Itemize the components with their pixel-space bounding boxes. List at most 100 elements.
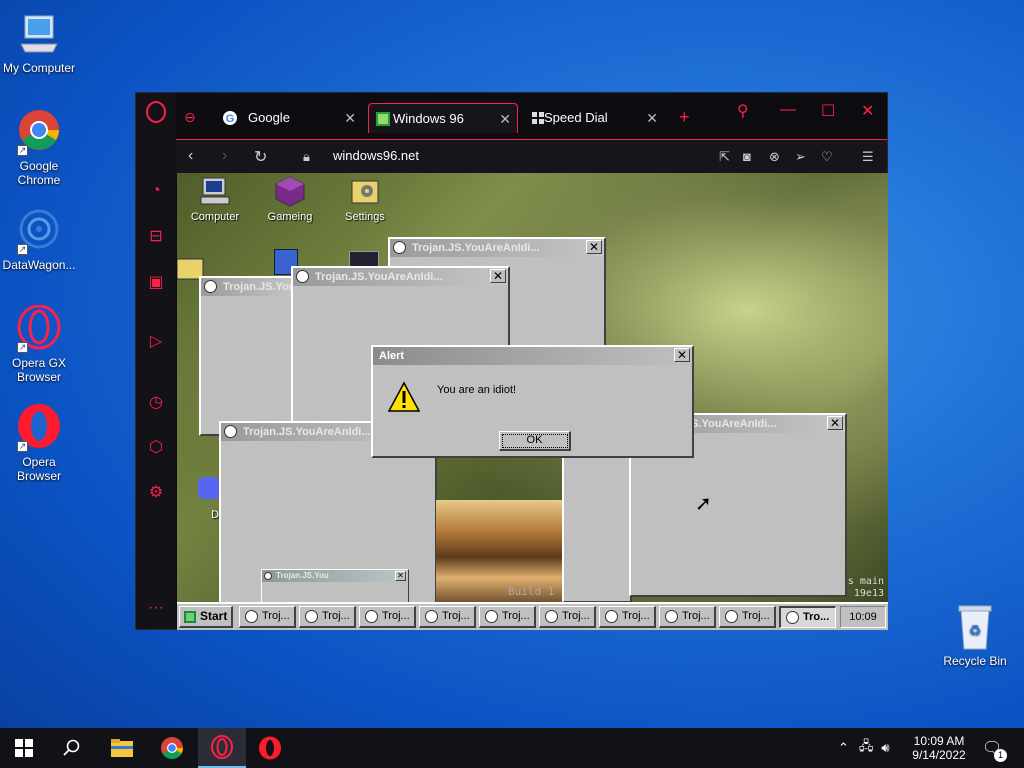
smiley-icon xyxy=(224,425,237,438)
close-icon[interactable]: ✕ xyxy=(827,416,843,430)
w96-task-button[interactable]: Troj... xyxy=(239,606,296,628)
search-icon[interactable]: ⚲ xyxy=(737,101,749,121)
settings-gear-icon[interactable]: ⚙ xyxy=(146,483,166,503)
w96-task-label: Troj... xyxy=(502,610,530,622)
trojan-window-titlebar[interactable]: Trojan.JS.YouAreAnIdi... ✕ xyxy=(293,268,508,286)
w96-task-label: Troj... xyxy=(742,610,770,622)
share-icon[interactable]: ⇱ xyxy=(719,149,730,165)
alert-message: You are an idiot! xyxy=(437,384,517,396)
history-icon[interactable]: ◷ xyxy=(146,393,166,413)
desktop-icon-opera[interactable]: ↗ Opera Browser xyxy=(1,404,77,483)
desktop-icon-recycle-bin[interactable]: ♻ Recycle Bin xyxy=(937,603,1013,668)
tab-label: Speed Dial xyxy=(544,110,608,125)
build-label: Build 1 xyxy=(508,585,555,598)
w96-task-button-active[interactable]: Tro... xyxy=(779,606,836,628)
trojan-window-title: Trojan.JS.You xyxy=(276,571,329,580)
trojan-window-titlebar[interactable]: Trojan.JS.You xyxy=(201,278,297,296)
w96-icon-settings[interactable]: Settings xyxy=(330,175,400,223)
back-icon[interactable]: ‹ xyxy=(188,147,193,165)
windows96-page[interactable]: Computer Gameing Settings Do Re Door Tro… xyxy=(177,173,888,630)
w96-start-button[interactable]: Start xyxy=(179,606,233,628)
close-icon[interactable]: ✕ xyxy=(499,104,511,134)
chevron-up-icon[interactable]: ⌃ xyxy=(838,740,849,756)
trojan-window[interactable]: Trojan.JS.You xyxy=(199,276,299,436)
url-field[interactable]: windows96.net xyxy=(333,148,419,163)
adblock-icon[interactable]: ⊗ xyxy=(769,149,780,165)
taskbar-opera[interactable] xyxy=(246,728,294,768)
desktop-icon-google-chrome[interactable]: ↗ Google Chrome xyxy=(1,108,77,187)
close-icon[interactable]: ✕ xyxy=(490,269,506,283)
start-button[interactable] xyxy=(0,728,48,768)
w96-task-button[interactable]: Troj... xyxy=(719,606,776,628)
maximize-icon[interactable]: ☐ xyxy=(821,101,835,121)
trojan-window-title: Trojan.JS.YouAreAnIdi... xyxy=(315,271,443,283)
notification-center-button[interactable]: 🗨︎ 1 xyxy=(982,728,1007,768)
shopping-bag-icon[interactable]: ⊟ xyxy=(146,227,166,247)
w96-logo-icon xyxy=(184,611,196,623)
w96-icon-computer[interactable]: Computer xyxy=(180,175,250,223)
windows-logo-icon xyxy=(15,739,33,757)
smiley-icon xyxy=(365,610,378,623)
ok-button[interactable]: OK xyxy=(499,431,571,451)
reload-icon[interactable]: ↻ xyxy=(254,147,267,167)
shortcut-arrow-icon: ↗ xyxy=(17,441,28,452)
search-button[interactable] xyxy=(48,728,96,768)
tab-speed-dial[interactable]: Speed Dial ✕ xyxy=(524,103,664,133)
w96-task-button[interactable]: Troj... xyxy=(479,606,536,628)
tab-google[interactable]: G Google ✕ xyxy=(216,103,362,133)
send-icon[interactable]: ➢ xyxy=(795,149,806,165)
desktop-icon-opera-gx[interactable]: ↗ Opera GX Browser xyxy=(1,304,77,384)
taskbar-opera-gx[interactable] xyxy=(198,728,246,768)
w96-task-button[interactable]: Troj... xyxy=(599,606,656,628)
tab-label: Google xyxy=(248,110,290,125)
minimize-icon[interactable]: — xyxy=(780,101,796,119)
clock[interactable]: 10:09 AM 9/14/2022 xyxy=(908,728,970,768)
close-icon[interactable]: ✕ xyxy=(344,103,356,133)
trojan-window-titlebar[interactable]: Trojan.JS.You ✕ xyxy=(262,570,408,582)
opera-gx-logo-icon[interactable] xyxy=(146,101,166,123)
desktop-icon-datawagon[interactable]: ↗ DataWagon... xyxy=(1,207,77,272)
close-icon[interactable]: ✕ xyxy=(395,571,406,581)
new-tab-plus-icon[interactable]: + xyxy=(679,107,690,128)
google-favicon-icon: G xyxy=(223,111,237,125)
close-window-icon[interactable]: ✕ xyxy=(861,101,874,121)
desktop-icon-my-computer[interactable]: My Computer xyxy=(1,10,77,75)
w96-task-label: Troj... xyxy=(382,610,410,622)
extensions-cube-icon[interactable]: ⬡ xyxy=(146,438,166,458)
more-dots-icon[interactable]: ··· xyxy=(146,598,166,618)
volume-icon[interactable]: 🔊︎ xyxy=(881,740,889,756)
w96-task-button[interactable]: Troj... xyxy=(359,606,416,628)
menu-icon[interactable]: ☰ xyxy=(862,149,874,165)
player-icon[interactable]: ▷ xyxy=(146,332,166,352)
close-icon[interactable]: ✕ xyxy=(586,240,602,254)
camera-icon[interactable]: ◙ xyxy=(743,149,751,164)
gamepad-icon[interactable]: ⊖ xyxy=(184,109,196,126)
gx-sidebar: ◔ ⊟ ▣ ▷ ◷ ⬡ ⚙ ··· xyxy=(136,93,176,629)
network-icon[interactable]: 🖧︎ xyxy=(859,737,874,759)
gx-control-icon[interactable]: ◔ xyxy=(146,181,166,201)
w96-task-button[interactable]: Troj... xyxy=(539,606,596,628)
forward-icon[interactable]: › xyxy=(222,147,227,165)
w96-task-button[interactable]: Troj... xyxy=(659,606,716,628)
w96-task-label: Troj... xyxy=(322,610,350,622)
close-icon[interactable]: ✕ xyxy=(674,348,690,362)
opera-gx-icon xyxy=(211,735,233,759)
trojan-window[interactable] xyxy=(562,448,632,603)
w96-icon-gameing[interactable]: Gameing xyxy=(255,175,325,223)
w96-task-label: Troj... xyxy=(562,610,590,622)
w96-task-button[interactable]: Troj... xyxy=(419,606,476,628)
w96-task-button[interactable]: Troj... xyxy=(299,606,356,628)
alert-dialog[interactable]: Alert ✕ You are an idiot! OK xyxy=(371,345,694,458)
alert-titlebar[interactable]: Alert ✕ xyxy=(373,347,692,365)
tab-windows96[interactable]: Windows 96 ✕ xyxy=(368,103,518,133)
trojan-window-titlebar[interactable]: Trojan.JS.YouAreAnIdi... ✕ xyxy=(390,239,604,257)
settings-folder-icon xyxy=(349,175,381,207)
twitch-icon[interactable]: ▣ xyxy=(146,273,166,293)
heart-icon[interactable]: ♡ xyxy=(821,149,833,165)
address-bar: ‹ › ↻ 🔒︎ windows96.net ⇱ ◙ ⊗ ➢ ♡ ☰ xyxy=(176,139,887,173)
taskbar-chrome[interactable] xyxy=(148,728,196,768)
close-icon[interactable]: ✕ xyxy=(646,103,658,133)
w96-icon-label: Settings xyxy=(345,211,385,223)
taskbar-file-explorer[interactable] xyxy=(98,728,146,768)
smiley-icon xyxy=(296,270,309,283)
